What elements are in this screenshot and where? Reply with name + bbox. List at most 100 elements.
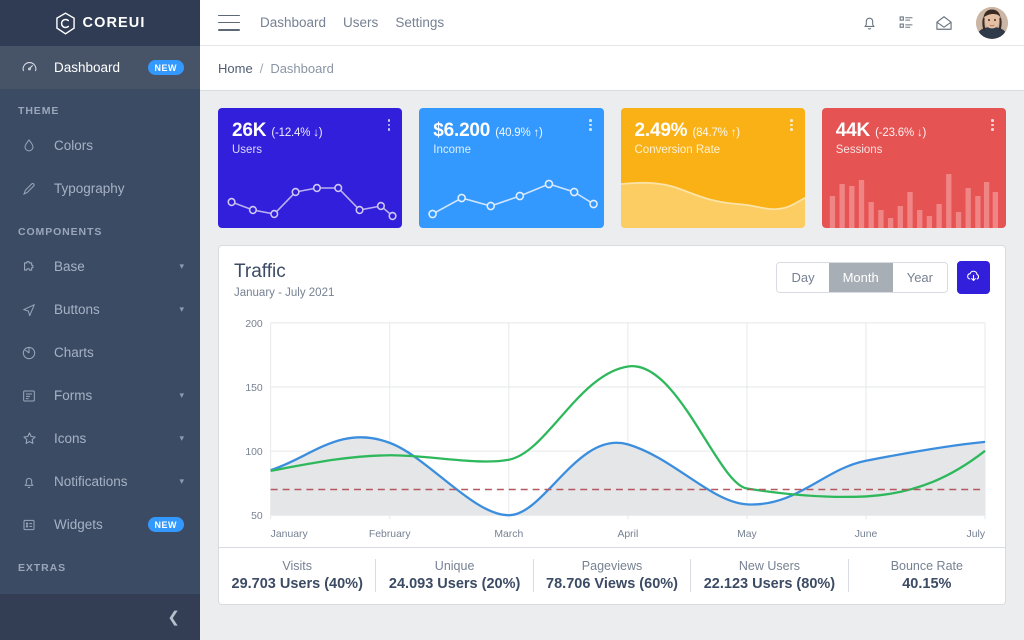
range-button-month[interactable]: Month: [828, 263, 893, 292]
sidebar-item-charts[interactable]: Charts: [0, 331, 200, 374]
chevron-down-icon: ▾: [179, 304, 184, 314]
x-tick-june: June: [855, 529, 878, 540]
footer-stat-unique: Unique 24.093 Users (20%): [375, 558, 532, 592]
stat-card-users[interactable]: 26K (-12.4% ↓) Users: [218, 108, 403, 228]
stat-card-delta: (40.9% ↑): [495, 127, 543, 139]
dashboard-content: 26K (-12.4% ↓) Users $6.200 (40.9% ↑) In…: [200, 91, 1024, 605]
droplet-icon: [18, 135, 40, 157]
sidebar-nav: Dashboard NEW THEME Colors Typography CO…: [0, 46, 200, 594]
footer-stat-value: 24.093 Users (20%): [388, 575, 521, 592]
sidebar-item-forms[interactable]: Forms ▾: [0, 374, 200, 417]
sidebar-section-components: COMPONENTS: [18, 226, 103, 238]
footer-stat-value: 40.15%: [902, 575, 952, 592]
stat-card-delta: (-12.4% ↓): [271, 127, 323, 139]
footer-stat-bounce-rate: Bounce Rate 40.15%: [847, 558, 1005, 592]
pencil-icon: [18, 178, 40, 200]
sidebar-item-base[interactable]: Base ▾: [0, 245, 200, 288]
ellipsis-vertical-icon[interactable]: [387, 119, 391, 131]
footer-stat-value: 22.123 Users (80%): [703, 575, 836, 592]
footer-stat-pageviews: Pageviews 78.706 Views (60%): [532, 558, 690, 592]
coreui-hex-logo-icon: [55, 11, 76, 35]
ellipsis-vertical-icon[interactable]: [790, 119, 793, 131]
cloud-download-icon: [965, 268, 982, 288]
topnav-item-users[interactable]: Users: [343, 15, 378, 30]
footer-stat-value: 29.703 Users (40%): [231, 575, 363, 592]
x-tick-january: January: [271, 529, 309, 540]
topnav-item-settings[interactable]: Settings: [395, 15, 444, 30]
y-tick-150: 150: [245, 383, 263, 394]
task-list-icon[interactable]: [897, 13, 916, 32]
y-tick-100: 100: [245, 447, 263, 458]
sidebar-section-extras: EXTRAS: [18, 562, 66, 574]
footer-stat-key: Visits: [282, 558, 313, 573]
sidebar-brand[interactable]: COREUI: [0, 0, 200, 46]
traffic-footer-stats: Visits 29.703 Users (40%) Unique 24.093 …: [219, 546, 1005, 604]
sidebar-item-label: Notifications: [54, 474, 128, 489]
range-button-group: Day Month Year: [776, 262, 948, 293]
sidebar-item-widgets[interactable]: Widgets NEW: [0, 503, 200, 546]
ellipsis-vertical-icon[interactable]: [991, 119, 994, 131]
sparkline-users: [218, 166, 402, 228]
sidebar-item-label: Dashboard: [54, 60, 121, 75]
sidebar-item-label: Charts: [54, 345, 94, 360]
sidebar-item-label: Buttons: [54, 302, 100, 317]
x-tick-may: May: [737, 529, 757, 540]
topbar-nav: Dashboard Users Settings: [260, 15, 444, 30]
sidebar-item-colors[interactable]: Colors: [0, 124, 200, 167]
stat-card-value: 2.49%: [634, 120, 688, 141]
chevron-down-icon: ▾: [179, 433, 184, 443]
ellipsis-vertical-icon[interactable]: [588, 119, 592, 131]
chevron-down-icon: ▾: [179, 476, 184, 486]
topnav-item-dashboard[interactable]: Dashboard: [260, 15, 326, 30]
stat-card-label: Sessions: [835, 143, 883, 156]
traffic-card-header: Traffic January - July 2021 Day Month Ye…: [219, 246, 1005, 299]
download-button[interactable]: [957, 261, 990, 294]
traffic-subtitle: January - July 2021: [234, 286, 335, 299]
stat-card-value-wrap: $6.200 (40.9% ↑): [419, 108, 603, 141]
sidebar-item-buttons[interactable]: Buttons ▾: [0, 288, 200, 331]
x-tick-april: April: [617, 529, 638, 540]
main-area: Dashboard Users Settings Home / Dashboar…: [200, 0, 1024, 640]
traffic-card: Traffic January - July 2021 Day Month Ye…: [218, 245, 1006, 605]
traffic-chart: 200 150 100 50 January February March Ap…: [219, 299, 1005, 547]
sidebar-item-icons[interactable]: Icons ▾: [0, 417, 200, 460]
stat-cards-row: 26K (-12.4% ↓) Users $6.200 (40.9% ↑) In…: [218, 108, 1006, 228]
breadcrumb-home[interactable]: Home: [218, 61, 253, 76]
sidebar-item-label: Widgets: [54, 517, 103, 532]
stat-card-income[interactable]: $6.200 (40.9% ↑) Income: [419, 108, 604, 228]
chart-area-fill: [270, 437, 986, 516]
hamburger-menu-icon[interactable]: [218, 14, 240, 31]
sidebar-item-typography[interactable]: Typography: [0, 167, 200, 210]
sparkline-income: [419, 166, 603, 228]
sidebar-item-notifications[interactable]: Notifications ▾: [0, 460, 200, 503]
range-button-day[interactable]: Day: [777, 263, 829, 292]
traffic-controls: Day Month Year: [776, 261, 990, 294]
x-tick-february: February: [369, 529, 411, 540]
calculator-icon: [18, 514, 40, 536]
avatar[interactable]: [976, 6, 1008, 39]
puzzle-icon: [18, 256, 40, 278]
footer-stat-key: Unique: [434, 558, 475, 573]
cursor-icon: [18, 299, 40, 321]
stat-card-conversion-rate[interactable]: 2.49% (84.7% ↑) Conversion Rate: [620, 108, 805, 228]
envelope-open-icon[interactable]: [934, 13, 954, 33]
brand-name: COREUI: [82, 15, 146, 31]
sidebar-widgets-badge: NEW: [147, 517, 184, 532]
star-icon: [18, 428, 40, 450]
breadcrumb: Home / Dashboard: [200, 46, 1024, 91]
sidebar-item-label: Forms: [54, 388, 93, 403]
breadcrumb-current: Dashboard: [270, 60, 334, 76]
bell-icon[interactable]: [860, 13, 879, 32]
stat-card-label: Conversion Rate: [634, 143, 721, 156]
sidebar-section-theme: THEME: [18, 105, 60, 117]
footer-stat-new-users: New Users 22.123 Users (80%): [690, 558, 847, 592]
sidebar-collapse-button[interactable]: ❮: [0, 594, 200, 640]
range-button-year[interactable]: Year: [892, 263, 947, 292]
chevron-down-icon: ▾: [179, 261, 184, 271]
stat-card-sessions[interactable]: 44K (-23.6% ↓) Sessions: [821, 108, 1006, 228]
sidebar-item-dashboard[interactable]: Dashboard NEW: [0, 46, 200, 89]
footer-stat-visits: Visits 29.703 Users (40%): [219, 559, 375, 592]
stat-card-value-wrap: 44K (-23.6% ↓): [822, 108, 1006, 141]
footer-stat-key: Bounce Rate: [890, 558, 963, 573]
breadcrumb-separator: /: [259, 60, 264, 76]
